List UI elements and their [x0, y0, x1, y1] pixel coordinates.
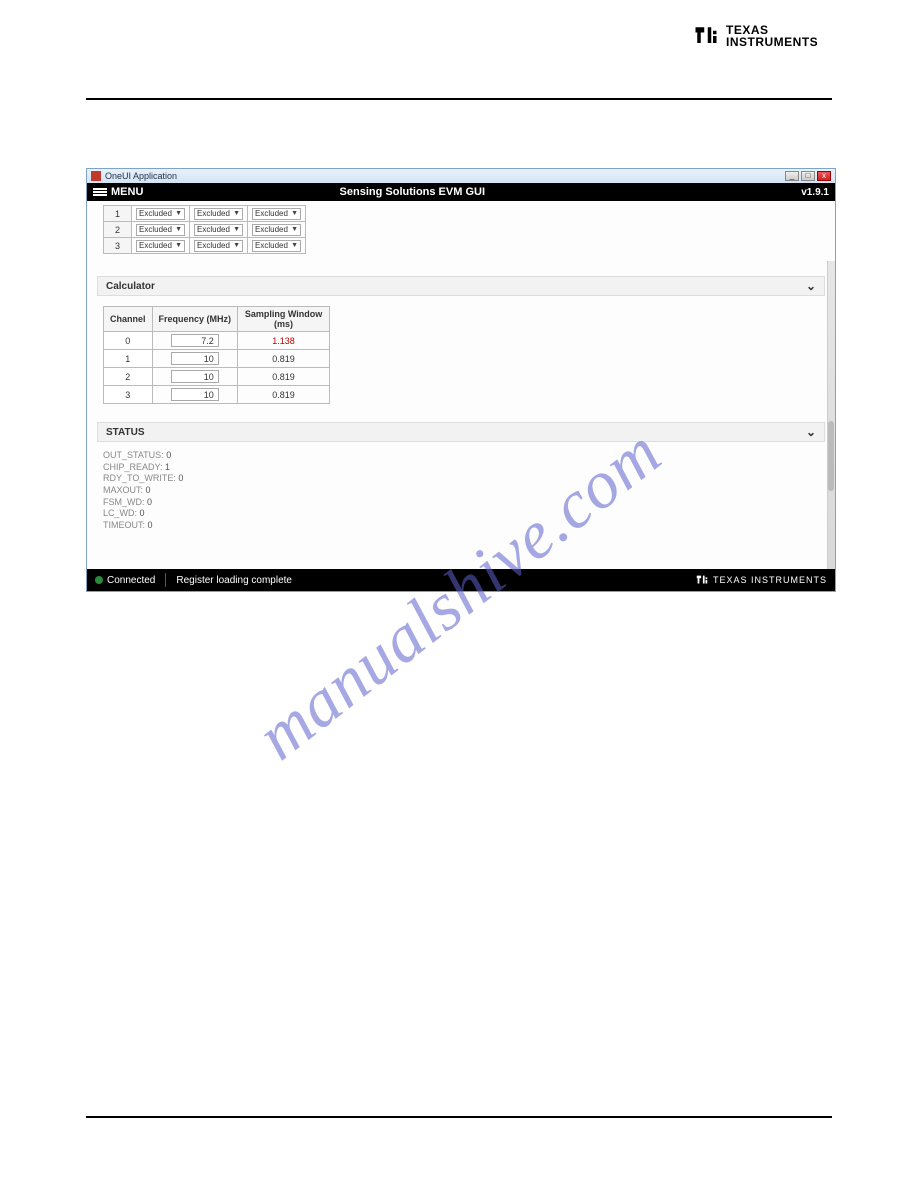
- calculator-table: Channel Frequency (MHz) Sampling Window …: [103, 306, 330, 404]
- frequency-input[interactable]: 7.2: [171, 334, 219, 347]
- sampling-window-cell: 0.819: [238, 386, 330, 404]
- excluded-select[interactable]: Excluded: [252, 224, 301, 236]
- excluded-select[interactable]: Excluded: [194, 224, 243, 236]
- app-screenshot: OneUI Application _ □ x MENU Sensing Sol…: [86, 168, 836, 592]
- frequency-input[interactable]: 10: [171, 370, 219, 383]
- connection-dot-icon: [95, 576, 103, 584]
- app-footer: Connected Register loading complete TEXA…: [87, 569, 835, 591]
- status-item: TIMEOUT: 0: [103, 520, 825, 532]
- window-maximize-button[interactable]: □: [801, 171, 815, 181]
- sampling-window-cell: 0.819: [238, 350, 330, 368]
- doc-ti-logo: TEXAS INSTRUMENTS: [692, 18, 832, 54]
- status-item: OUT_STATUS: 0: [103, 450, 825, 462]
- table-row: 2 Excluded Excluded Excluded: [104, 222, 306, 238]
- channel-cell: 1: [104, 206, 132, 222]
- ti-logo-icon: [695, 573, 709, 587]
- footer-ti-logo: TEXAS INSTRUMENTS: [695, 573, 827, 587]
- status-item: FSM_WD: 0: [103, 497, 825, 509]
- sampling-window-cell: 1.138: [238, 332, 330, 350]
- ti-logo-icon: [692, 22, 720, 50]
- app-title: Sensing Solutions EVM GUI: [83, 186, 741, 198]
- window-icon: [91, 171, 101, 181]
- chevron-down-icon: ⌄: [806, 425, 816, 439]
- table-row: 1 10 0.819: [104, 350, 330, 368]
- excluded-select[interactable]: Excluded: [136, 208, 185, 220]
- table-row: 3 Excluded Excluded Excluded: [104, 238, 306, 254]
- window-minimize-button[interactable]: _: [785, 171, 799, 181]
- app-version: v1.9.1: [801, 187, 829, 198]
- sampling-window-cell: 0.819: [238, 368, 330, 386]
- footer-message: Register loading complete: [176, 575, 292, 586]
- footer-brand-text: TEXAS INSTRUMENTS: [713, 575, 827, 585]
- table-row: 2 10 0.819: [104, 368, 330, 386]
- table-row: 0 7.2 1.138: [104, 332, 330, 350]
- calculator-section-header[interactable]: Calculator ⌄: [97, 276, 825, 296]
- channel-cell: 2: [104, 368, 153, 386]
- window-buttons: _ □ x: [785, 171, 831, 181]
- frequency-input[interactable]: 10: [171, 352, 219, 365]
- frequency-input[interactable]: 10: [171, 388, 219, 401]
- channel-cell: 2: [104, 222, 132, 238]
- doc-footer-rule: [86, 1116, 832, 1118]
- col-sampling-window: Sampling Window (ms): [238, 307, 330, 332]
- excluded-table: 1 Excluded Excluded Excluded 2 Excluded …: [103, 205, 306, 254]
- status-item: LC_WD: 0: [103, 508, 825, 520]
- connected-label: Connected: [107, 575, 155, 586]
- app-body: 1 Excluded Excluded Excluded 2 Excluded …: [87, 201, 835, 569]
- status-item: CHIP_READY: 1: [103, 462, 825, 474]
- window-titlebar[interactable]: OneUI Application _ □ x: [87, 169, 835, 183]
- excluded-select[interactable]: Excluded: [136, 240, 185, 252]
- doc-header-rule: [86, 98, 832, 100]
- scrollbar[interactable]: [827, 261, 835, 569]
- excluded-select[interactable]: Excluded: [252, 240, 301, 252]
- window-close-button[interactable]: x: [817, 171, 831, 181]
- excluded-select[interactable]: Excluded: [194, 208, 243, 220]
- status-section-header[interactable]: STATUS ⌄: [97, 422, 825, 442]
- ti-logo-text: TEXAS INSTRUMENTS: [726, 24, 818, 48]
- status-item: MAXOUT: 0: [103, 485, 825, 497]
- excluded-select[interactable]: Excluded: [194, 240, 243, 252]
- table-row: 1 Excluded Excluded Excluded: [104, 206, 306, 222]
- status-item: RDY_TO_WRITE: 0: [103, 473, 825, 485]
- excluded-select[interactable]: Excluded: [136, 224, 185, 236]
- ti-text-2: INSTRUMENTS: [726, 36, 818, 48]
- app-menubar: MENU Sensing Solutions EVM GUI v1.9.1: [87, 183, 835, 201]
- table-row: 3 10 0.819: [104, 386, 330, 404]
- status-title: STATUS: [106, 427, 145, 438]
- calculator-title: Calculator: [106, 281, 155, 292]
- window-title: OneUI Application: [105, 171, 785, 181]
- channel-cell: 3: [104, 238, 132, 254]
- status-list: OUT_STATUS: 0 CHIP_READY: 1 RDY_TO_WRITE…: [103, 450, 825, 532]
- col-channel: Channel: [104, 307, 153, 332]
- excluded-select[interactable]: Excluded: [252, 208, 301, 220]
- channel-cell: 3: [104, 386, 153, 404]
- footer-divider: [165, 573, 166, 587]
- scrollbar-thumb[interactable]: [828, 421, 834, 491]
- col-frequency: Frequency (MHz): [152, 307, 238, 332]
- channel-cell: 1: [104, 350, 153, 368]
- channel-cell: 0: [104, 332, 153, 350]
- table-header-row: Channel Frequency (MHz) Sampling Window …: [104, 307, 330, 332]
- chevron-down-icon: ⌄: [806, 279, 816, 293]
